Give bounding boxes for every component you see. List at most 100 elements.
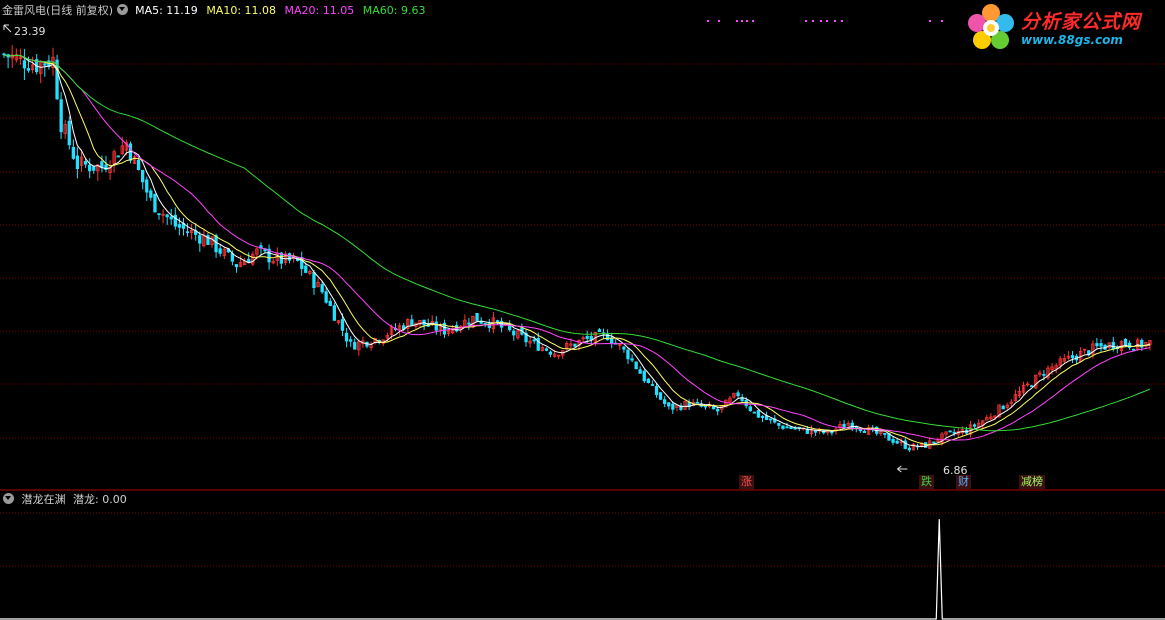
logo-url: www.88gs.com xyxy=(1021,33,1123,47)
candle-body xyxy=(475,312,479,322)
candle-body xyxy=(850,422,854,429)
candle-body xyxy=(1030,385,1034,388)
indicator-header: 潜龙在渊 潜龙: 0.00 xyxy=(3,493,127,506)
candle-body xyxy=(862,430,867,433)
candle-body xyxy=(744,399,748,407)
candle-body xyxy=(1132,348,1136,351)
candle-body xyxy=(145,179,149,193)
candle-body xyxy=(548,351,553,355)
indicator-title: 潜龙在渊 xyxy=(21,493,66,506)
flag-dot xyxy=(746,20,748,22)
candle-body xyxy=(842,423,846,428)
candle-body xyxy=(667,402,671,407)
flag-dot xyxy=(736,20,738,22)
candle-body xyxy=(75,155,80,170)
candle-body xyxy=(883,432,887,435)
candle-body xyxy=(348,339,353,342)
candle-body xyxy=(149,190,153,198)
low-arrow-icon xyxy=(897,465,908,473)
candle-body xyxy=(663,399,667,404)
candle-body xyxy=(467,322,471,325)
candle-body xyxy=(695,401,699,404)
candle-body xyxy=(544,348,549,351)
candle-body xyxy=(895,440,899,444)
flag-dot xyxy=(826,20,828,22)
candle-body xyxy=(1127,342,1132,349)
candle-body xyxy=(410,319,414,326)
candle-body xyxy=(932,441,936,444)
indicator-menu-toggle-icon[interactable] xyxy=(3,493,14,504)
candle-body xyxy=(671,403,675,410)
flag-dot xyxy=(718,20,720,22)
candle-body xyxy=(71,146,75,159)
candle-body xyxy=(230,253,235,262)
candle-body xyxy=(92,166,96,171)
candle-body xyxy=(736,392,740,397)
candle-body xyxy=(630,358,634,361)
candle-body xyxy=(642,370,646,382)
flag-dot xyxy=(834,20,836,22)
candle-body xyxy=(752,411,756,414)
signal-rise-label: 涨 xyxy=(741,475,752,488)
candle-body xyxy=(760,415,765,418)
logo-title: 分析家公式网 xyxy=(1021,11,1142,33)
candle-body xyxy=(634,361,638,369)
candle-body xyxy=(434,321,438,331)
flag-dot xyxy=(841,20,843,22)
candle-body xyxy=(67,120,71,146)
candle-body xyxy=(218,248,222,254)
signal-badge-reduce: 减榜 xyxy=(1019,475,1045,489)
candle-body xyxy=(830,431,834,434)
candle-body xyxy=(214,235,218,253)
candle-body xyxy=(140,169,145,183)
candle-body xyxy=(858,429,863,432)
candle-body xyxy=(287,253,292,261)
candle-body xyxy=(626,349,630,360)
candle-body xyxy=(638,369,642,374)
candle-body xyxy=(1095,343,1099,347)
ma5-legend: MA5: 11.19 xyxy=(135,4,198,17)
indicator-value: 潜龙: 0.00 xyxy=(73,493,127,506)
flag-dot xyxy=(929,20,931,22)
candle-body xyxy=(532,339,536,342)
signal-badge-wealth: 财 xyxy=(956,475,971,489)
candle-body xyxy=(573,343,577,347)
candlestick-chart[interactable] xyxy=(0,0,1165,620)
flag-dot xyxy=(805,20,807,22)
signal-wealth-label: 财 xyxy=(958,475,969,488)
ma10-line xyxy=(3,54,1151,446)
signal-badge-fall: 跌 xyxy=(919,475,934,489)
high-price-annotation: 23.39 xyxy=(14,25,46,38)
candle-body xyxy=(332,305,337,321)
main-chart-header: 金雷风电(日线 前复权) MA5: 11.19 MA10: 11.08 MA20… xyxy=(2,4,425,17)
candle-body xyxy=(26,68,31,71)
candle-body xyxy=(177,224,182,228)
ma20-line xyxy=(3,54,1151,441)
candle-body xyxy=(891,438,895,443)
candle-body xyxy=(907,447,911,451)
candle-body xyxy=(512,330,516,336)
candle-body xyxy=(622,346,626,350)
signal-badge-rise: 涨 xyxy=(739,475,754,489)
candle-body xyxy=(1111,341,1115,350)
candle-body xyxy=(1123,338,1128,346)
stock-chart-window: 金雷风电(日线 前复权) MA5: 11.19 MA10: 11.08 MA20… xyxy=(0,0,1165,620)
candle-body xyxy=(769,418,773,421)
flag-dot xyxy=(707,20,709,22)
candle-body xyxy=(198,235,202,244)
signal-reduce-label: 减榜 xyxy=(1021,475,1043,488)
candle-body xyxy=(353,341,357,350)
flag-dot xyxy=(820,20,822,22)
candle-body xyxy=(165,214,169,218)
candle-body xyxy=(116,155,120,158)
candle-body xyxy=(136,159,141,170)
high-price-label: 23.39 xyxy=(14,25,46,38)
candle-body xyxy=(43,63,47,66)
ma60-legend: MA60: 9.63 xyxy=(362,4,426,17)
candle-body xyxy=(589,335,593,340)
chart-menu-toggle-icon[interactable] xyxy=(116,4,128,15)
candle-body xyxy=(597,329,602,333)
candle-body xyxy=(650,384,655,386)
ma60-line xyxy=(3,54,1151,432)
candle-body xyxy=(1042,373,1046,376)
